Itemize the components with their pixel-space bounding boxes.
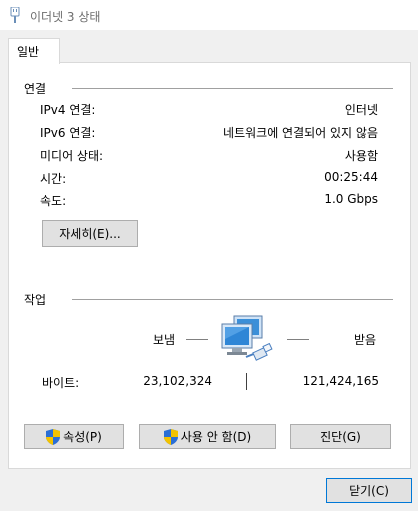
connection-section-label: 연결 bbox=[24, 82, 47, 96]
ipv6-value: 네트워크에 연결되어 있지 않음 bbox=[223, 126, 378, 140]
ethernet-icon bbox=[10, 7, 20, 23]
disable-button-label: 사용 안 함(D) bbox=[180, 430, 252, 444]
sent-label: 보냄 bbox=[153, 333, 176, 347]
received-label: 받음 bbox=[354, 333, 377, 347]
properties-button[interactable]: 속성(P) bbox=[24, 424, 124, 449]
received-connector bbox=[287, 339, 309, 340]
tab-general[interactable]: 일반 bbox=[8, 38, 60, 64]
shield-icon bbox=[46, 428, 61, 445]
disable-button[interactable]: 사용 안 함(D) bbox=[139, 424, 276, 449]
diagnose-button[interactable]: 진단(G) bbox=[290, 424, 391, 449]
sent-connector bbox=[186, 339, 208, 340]
title-bar[interactable]: 이더넷 3 상태 bbox=[0, 0, 418, 30]
properties-button-label: 속성(P) bbox=[63, 430, 102, 444]
bytes-sent-value: 23,102,324 bbox=[143, 374, 212, 388]
speed-label: 속도: bbox=[40, 194, 67, 208]
connection-divider bbox=[72, 88, 393, 89]
details-button[interactable]: 자세히(E)... bbox=[42, 220, 138, 247]
shield-icon bbox=[163, 428, 178, 445]
bytes-label: 바이트: bbox=[42, 376, 80, 390]
ipv4-value: 인터넷 bbox=[344, 103, 378, 117]
network-computers-icon bbox=[221, 315, 273, 361]
close-button[interactable]: 닫기(C) bbox=[326, 478, 412, 503]
activity-divider bbox=[72, 299, 393, 300]
ipv4-label: IPv4 연결: bbox=[40, 103, 96, 117]
media-state-value: 사용함 bbox=[344, 149, 378, 163]
activity-section-label: 작업 bbox=[24, 293, 47, 307]
duration-value: 00:25:44 bbox=[324, 170, 378, 184]
window-title: 이더넷 3 상태 bbox=[30, 10, 101, 24]
bytes-divider bbox=[246, 373, 247, 390]
tab-general-label: 일반 bbox=[17, 45, 40, 59]
speed-value: 1.0 Gbps bbox=[324, 192, 378, 206]
bytes-received-value: 121,424,165 bbox=[302, 374, 379, 388]
media-state-label: 미디어 상태: bbox=[40, 149, 104, 163]
ipv6-label: IPv6 연결: bbox=[40, 126, 96, 140]
duration-label: 시간: bbox=[40, 172, 67, 186]
